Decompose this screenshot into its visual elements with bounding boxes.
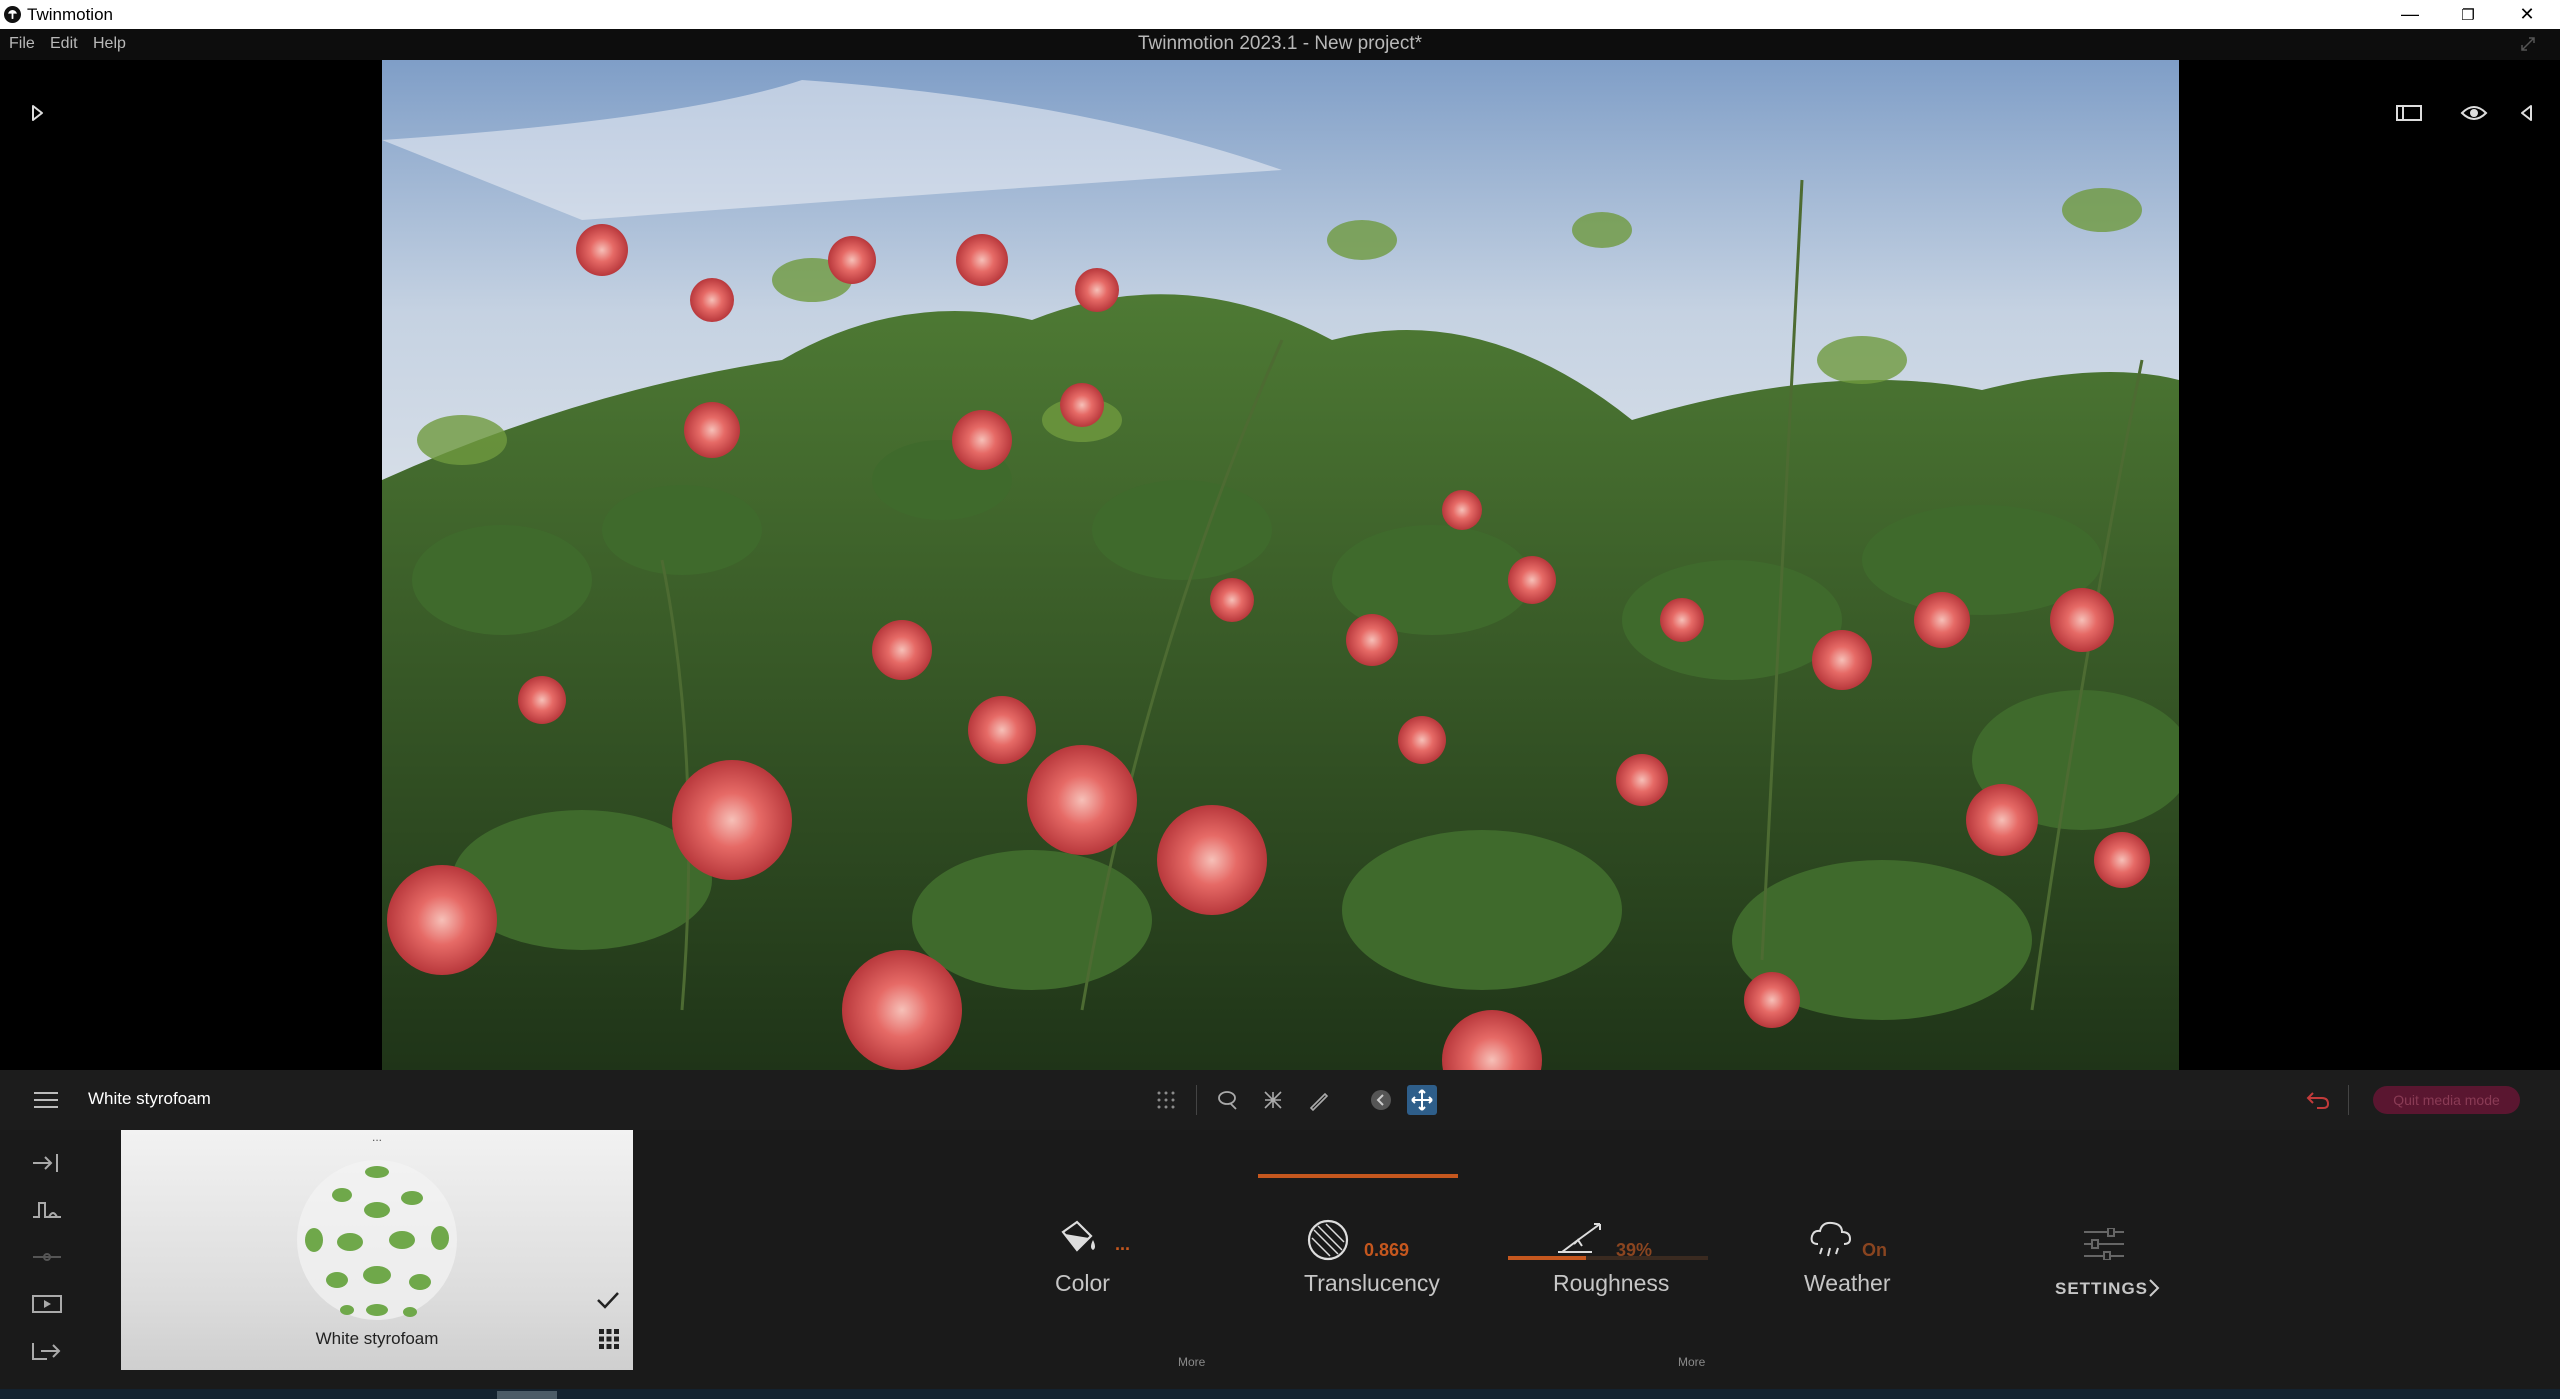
eyedropper-icon[interactable] xyxy=(1304,1085,1334,1115)
weather-property[interactable]: On Weather xyxy=(1800,1218,2020,1328)
title-bar: Twinmotion — ❐ ✕ xyxy=(0,0,2560,29)
translucency-property[interactable]: 0.869 Translucency xyxy=(1300,1218,1520,1328)
weather-icon xyxy=(1810,1221,1852,1257)
material-panel: ... White styrofoam ... Color 0.869 Tran… xyxy=(0,1130,2560,1389)
material-preview-sphere xyxy=(297,1160,457,1320)
expand-right-icon[interactable] xyxy=(22,98,52,128)
undo-icon[interactable] xyxy=(2303,1085,2333,1115)
thumbnail-label: White styrofoam xyxy=(315,1329,439,1348)
status-bar xyxy=(0,1389,2560,1399)
move-icon[interactable] xyxy=(1407,1085,1437,1115)
lasso-select-icon[interactable] xyxy=(1213,1085,1243,1115)
path-icon[interactable] xyxy=(30,1244,64,1270)
fullscreen-icon[interactable] xyxy=(2518,34,2538,54)
material-thumbnail[interactable]: ... White styrofoam xyxy=(121,1130,633,1370)
roughness-property[interactable]: 39% Roughness xyxy=(1508,1218,1728,1328)
minimize-button[interactable]: — xyxy=(2380,0,2440,29)
roughness-slider-fill xyxy=(1508,1256,1586,1260)
translucency-sphere-icon xyxy=(1307,1219,1349,1261)
menu-bar: Twinmotion 2023.1 - New project* File Ed… xyxy=(0,29,2560,60)
translucency-label: Translucency xyxy=(1304,1270,1440,1296)
more-link-color[interactable]: More xyxy=(1178,1355,1205,1369)
panel-title: White styrofoam xyxy=(88,1089,211,1108)
color-property[interactable]: ... Color xyxy=(1000,1218,1220,1328)
settings-button[interactable]: SETTINGS xyxy=(2055,1279,2148,1299)
horizontal-scrollbar[interactable] xyxy=(497,1391,557,1399)
translucency-value: 0.869 xyxy=(1364,1240,1410,1260)
document-title: Twinmotion 2023.1 - New project* xyxy=(1137,33,1423,54)
collapse-left-icon[interactable] xyxy=(2512,98,2542,128)
grid-icon[interactable] xyxy=(1151,1085,1181,1115)
sliders-icon[interactable] xyxy=(2082,1227,2126,1265)
weather-label: Weather xyxy=(1804,1270,1891,1296)
thumbnail-top-marker: ... xyxy=(371,1130,382,1144)
chevron-right-icon[interactable] xyxy=(2148,1278,2160,1303)
check-icon xyxy=(595,1290,621,1315)
weather-value: On xyxy=(1862,1240,1887,1260)
import-icon[interactable] xyxy=(30,1150,64,1176)
quit-media-mode-button[interactable]: Quit media mode xyxy=(2373,1086,2520,1114)
roughness-slider[interactable] xyxy=(1508,1256,1708,1260)
media-icon[interactable] xyxy=(30,1291,64,1317)
menu-help[interactable]: Help xyxy=(93,35,126,53)
render-viewport[interactable] xyxy=(382,60,2179,1070)
restore-button[interactable]: ❐ xyxy=(2438,0,2498,29)
fence-select-icon[interactable] xyxy=(1258,1085,1288,1115)
close-button[interactable]: ✕ xyxy=(2497,0,2557,29)
active-property-indicator xyxy=(1258,1174,1458,1178)
eye-icon[interactable] xyxy=(2459,98,2489,128)
grid-library-icon[interactable] xyxy=(598,1328,620,1355)
roughness-label: Roughness xyxy=(1553,1270,1670,1296)
context-icon[interactable] xyxy=(30,1197,64,1223)
twinmotion-logo-icon xyxy=(4,6,21,23)
menu-file[interactable]: File xyxy=(9,35,35,53)
bottom-toolbar: White styrofoam Quit media mode xyxy=(0,1070,2560,1130)
layout-icon[interactable] xyxy=(2394,98,2424,128)
toolbar-divider-right xyxy=(2348,1085,2349,1115)
color-value: ... xyxy=(1115,1234,1131,1254)
back-circle-icon[interactable] xyxy=(1366,1085,1396,1115)
left-rail xyxy=(0,1130,100,1389)
hamburger-menu-icon[interactable] xyxy=(32,1087,60,1113)
menu-edit[interactable]: Edit xyxy=(50,35,78,53)
toolbar-divider xyxy=(1196,1085,1197,1115)
roughness-icon xyxy=(1558,1223,1601,1253)
more-link-roughness[interactable]: More xyxy=(1678,1355,1705,1369)
color-label: Color xyxy=(1055,1270,1110,1296)
app-name: Twinmotion xyxy=(27,5,113,24)
paint-bucket-icon xyxy=(1061,1220,1095,1252)
export-icon[interactable] xyxy=(30,1338,64,1364)
